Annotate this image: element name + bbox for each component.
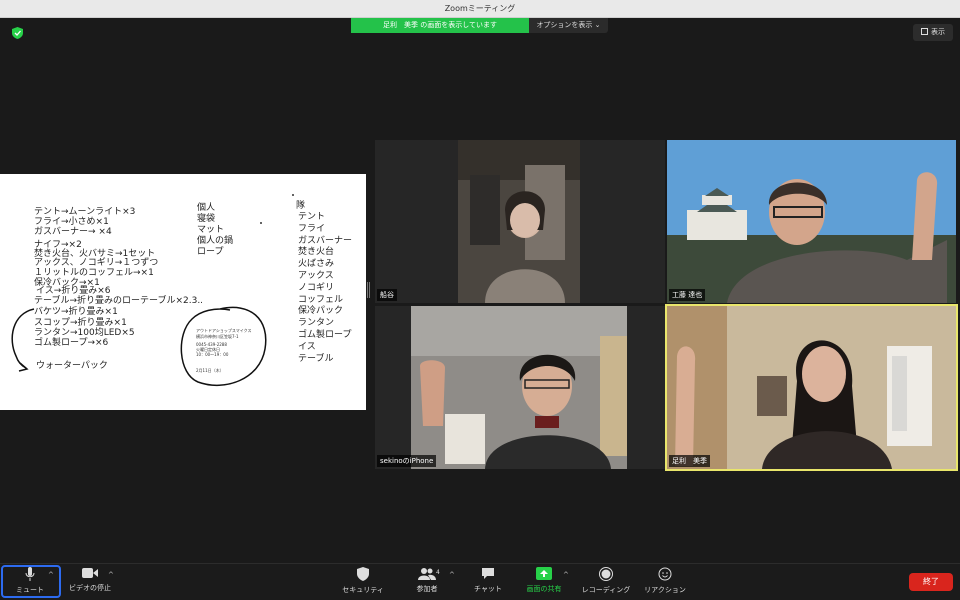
participant-video: [667, 306, 956, 469]
microphone-icon: [25, 567, 35, 581]
mute-label: ミュート: [16, 586, 44, 594]
stop-video-button[interactable]: ビデオの停止: [66, 567, 114, 593]
participant-video: [667, 140, 956, 303]
participant-name: 船谷: [377, 289, 397, 301]
reactions-label: リアクション: [644, 586, 686, 594]
view-button[interactable]: 表示: [913, 24, 953, 41]
share-screen-icon: [536, 567, 552, 580]
video-tile-funaya[interactable]: 船谷: [375, 140, 665, 303]
participant-name: sekinoのiPhone: [377, 455, 437, 467]
shared-screen-content: テント→ムーンライト×3 フライ→小さめ×1 ガスバーナー→ ×4 ナイフ→×2 焚き火…: [0, 174, 366, 410]
reactions-button[interactable]: リアクション: [640, 567, 690, 595]
view-options-label: オプションを表示: [536, 21, 593, 29]
audio-options-chevron-icon[interactable]: ^: [48, 571, 54, 579]
video-camera-icon: [82, 568, 98, 578]
chat-button[interactable]: チャット: [470, 567, 506, 594]
video-tile-sekino[interactable]: sekinoのiPhone: [375, 306, 665, 469]
window-title: Zoomミーティング: [444, 4, 516, 13]
gallery-view-icon: [921, 28, 928, 35]
participants-chevron-icon[interactable]: ^: [449, 571, 455, 579]
view-options-button[interactable]: オプションを表示 ⌄: [529, 18, 608, 33]
participant-name: 工藤 達也: [669, 289, 706, 301]
video-options-chevron-icon[interactable]: ^: [108, 571, 114, 579]
end-meeting-button[interactable]: 終了: [909, 573, 953, 591]
participants-label: 参加者: [416, 585, 438, 593]
view-label: 表示: [931, 28, 945, 36]
screen-share-banner: 足利 美季 の画面を表示しています: [351, 18, 529, 33]
record-label: レコーディング: [581, 586, 631, 594]
share-screen-label: 画面の共有: [526, 585, 562, 593]
video-tile-ashikaga-active-speaker[interactable]: 足利 美季: [665, 304, 958, 471]
smiley-plus-icon: [658, 567, 672, 581]
record-icon: [599, 567, 613, 581]
participant-name: 足利 美季: [669, 455, 710, 467]
split-view-handle[interactable]: [367, 282, 370, 298]
security-button[interactable]: セキュリティ: [340, 567, 386, 595]
record-button[interactable]: レコーディング: [578, 567, 634, 595]
share-options-chevron-icon[interactable]: ^: [563, 571, 569, 579]
video-tile-kudo[interactable]: 工藤 達也: [667, 140, 956, 303]
encryption-shield-icon[interactable]: [12, 27, 23, 39]
participant-video: [411, 306, 627, 469]
handwritten-annotations: [11, 194, 294, 387]
chat-bubble-icon: [482, 568, 494, 579]
stop-video-label: ビデオの停止: [69, 584, 111, 592]
mute-button[interactable]: ミュート: [8, 567, 52, 595]
chevron-down-icon: ⌄: [594, 21, 601, 29]
participants-icon: [418, 568, 436, 580]
security-label: セキュリティ: [342, 586, 384, 594]
share-screen-button[interactable]: 画面の共有: [524, 567, 564, 594]
participants-count: 4: [436, 569, 440, 576]
participant-video: [458, 140, 580, 303]
window-titlebar: Zoomミーティング: [0, 0, 960, 18]
chat-label: チャット: [474, 585, 502, 593]
shield-icon: [357, 567, 369, 581]
